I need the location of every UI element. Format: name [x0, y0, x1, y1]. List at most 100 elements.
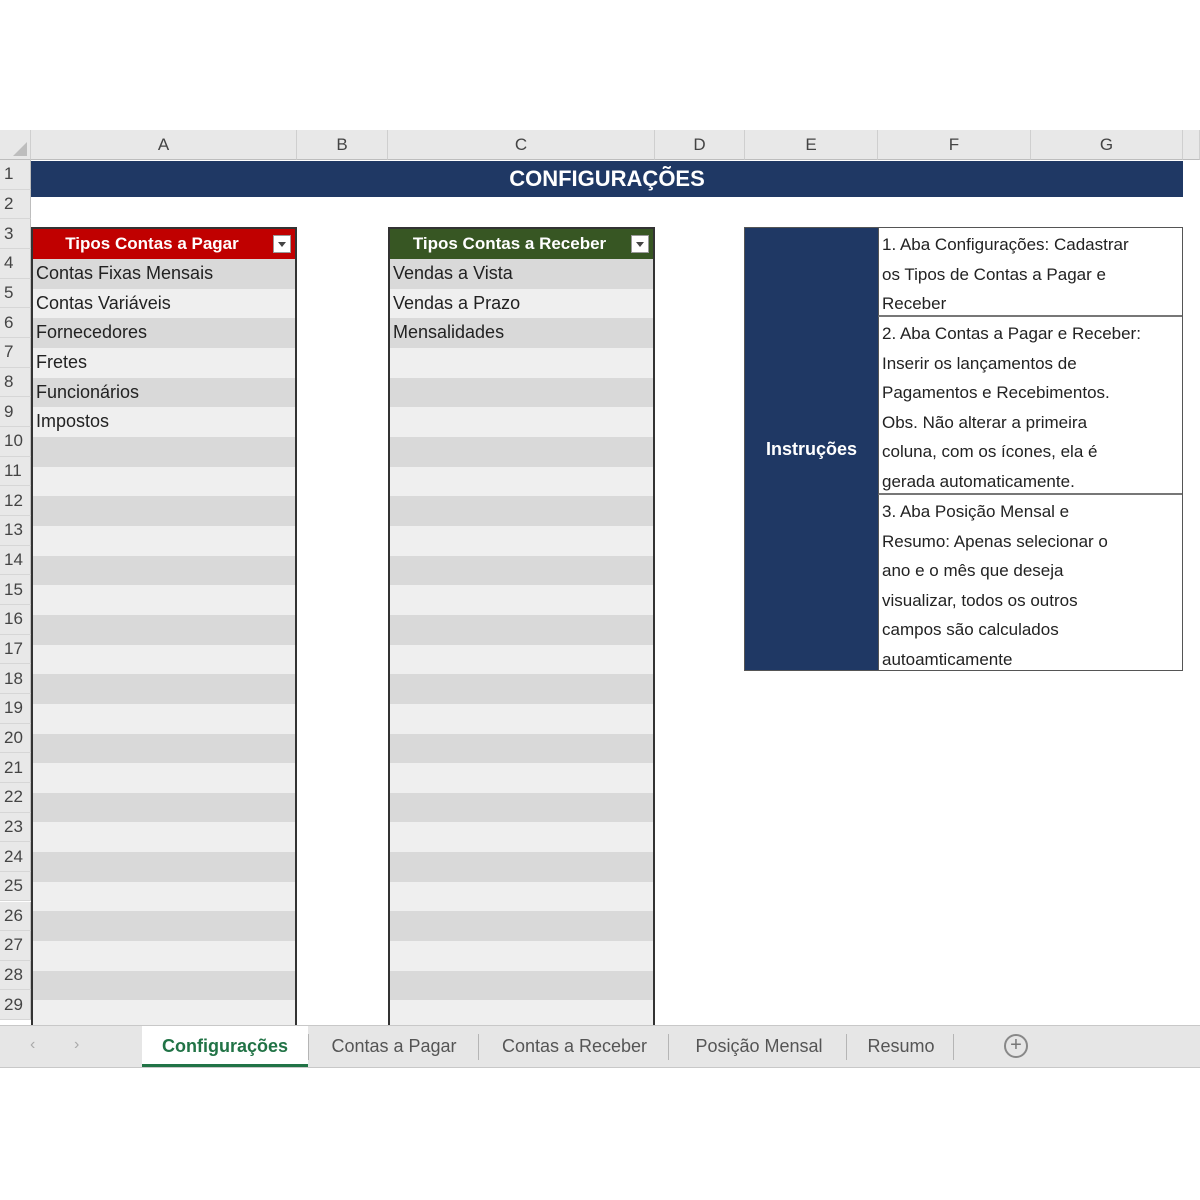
table-row[interactable]: Impostos: [33, 407, 295, 437]
table-row[interactable]: [33, 852, 295, 882]
column-header-a[interactable]: A: [31, 130, 297, 160]
table-row[interactable]: [33, 436, 295, 467]
table-row[interactable]: [390, 644, 653, 675]
column-header-f[interactable]: F: [878, 130, 1031, 160]
row-header-16[interactable]: 16: [0, 604, 31, 635]
row-header-15[interactable]: 15: [0, 575, 31, 605]
table-row[interactable]: [33, 1000, 295, 1025]
tab-scroll-next-icon[interactable]: ›: [74, 1036, 79, 1054]
table-row[interactable]: [33, 703, 295, 734]
row-header-12[interactable]: 12: [0, 486, 31, 516]
table-row[interactable]: [33, 881, 295, 912]
sheet-tab-2[interactable]: Contas a Pagar: [310, 1026, 478, 1067]
row-header-21[interactable]: 21: [0, 753, 31, 783]
table-row[interactable]: [390, 941, 653, 971]
row-header-4[interactable]: 4: [0, 248, 31, 279]
tab-scroll-prev-icon[interactable]: ‹: [30, 1036, 35, 1054]
table-row[interactable]: [390, 614, 653, 645]
table-row[interactable]: [390, 525, 653, 556]
table-row[interactable]: Fretes: [33, 347, 295, 378]
table-row[interactable]: [390, 377, 653, 408]
column-header-g[interactable]: G: [1031, 130, 1183, 160]
table-row[interactable]: [390, 496, 653, 526]
table-header-receber[interactable]: Tipos Contas a Receber: [390, 229, 653, 259]
column-header-b[interactable]: B: [297, 130, 388, 160]
table-row[interactable]: Funcionários: [33, 377, 295, 408]
row-header-6[interactable]: 6: [0, 308, 31, 338]
table-row[interactable]: [33, 585, 295, 615]
sheet-tab-1[interactable]: Configurações: [142, 1026, 308, 1067]
instruction-cell-2[interactable]: 2. Aba Contas a Pagar e Receber: Inserir …: [878, 317, 1182, 495]
table-row[interactable]: [33, 763, 295, 793]
column-header-e[interactable]: E: [745, 130, 878, 160]
row-header-25[interactable]: 25: [0, 871, 31, 902]
row-header-1[interactable]: 1: [0, 160, 31, 190]
row-header-3[interactable]: 3: [0, 219, 31, 249]
table-row[interactable]: [390, 911, 653, 942]
sheet-tab-3[interactable]: Contas a Receber: [481, 1026, 668, 1067]
table-row[interactable]: [390, 347, 653, 378]
column-header-d[interactable]: D: [655, 130, 745, 160]
table-row[interactable]: Mensalidades: [390, 318, 653, 348]
table-row[interactable]: [390, 585, 653, 615]
row-header-11[interactable]: 11: [0, 456, 31, 487]
row-header-17[interactable]: 17: [0, 634, 31, 665]
plus-circle-icon[interactable]: +: [1004, 1034, 1028, 1058]
table-row[interactable]: [390, 1000, 653, 1025]
instruction-cell-3[interactable]: 3. Aba Posição Mensal e Resumo: Apenas se…: [878, 495, 1182, 670]
table-row[interactable]: [33, 614, 295, 645]
row-header-7[interactable]: 7: [0, 337, 31, 368]
table-header-pagar[interactable]: Tipos Contas a Pagar: [33, 229, 295, 259]
sheet-tab-5[interactable]: Resumo: [849, 1026, 953, 1067]
table-row[interactable]: [33, 466, 295, 497]
row-header-5[interactable]: 5: [0, 278, 31, 309]
table-row[interactable]: Vendas a Prazo: [390, 288, 653, 319]
row-header-19[interactable]: 19: [0, 693, 31, 724]
table-row[interactable]: [390, 881, 653, 912]
row-header-29[interactable]: 29: [0, 990, 31, 1021]
table-row[interactable]: [390, 703, 653, 734]
filter-dropdown-icon[interactable]: [631, 235, 649, 253]
row-header-2[interactable]: 2: [0, 189, 31, 220]
sheet-tab-4[interactable]: Posição Mensal: [672, 1026, 846, 1067]
table-row[interactable]: [390, 436, 653, 467]
table-row[interactable]: [390, 407, 653, 437]
table-row[interactable]: [33, 644, 295, 675]
row-header-18[interactable]: 18: [0, 664, 31, 694]
row-header-20[interactable]: 20: [0, 723, 31, 754]
row-header-13[interactable]: 13: [0, 515, 31, 546]
instructions-label[interactable]: Instruções: [745, 228, 878, 670]
config-banner[interactable]: CONFIGURAÇÕES: [31, 161, 1183, 197]
filter-dropdown-icon[interactable]: [273, 235, 291, 253]
row-header-24[interactable]: 24: [0, 842, 31, 872]
table-row[interactable]: [390, 733, 653, 764]
table-row[interactable]: [33, 792, 295, 823]
row-header-26[interactable]: 26: [0, 901, 31, 932]
instruction-cell-1[interactable]: 1. Aba Configurações: Cadastrar os Tipos …: [878, 228, 1182, 317]
column-header-c[interactable]: C: [388, 130, 655, 160]
table-row[interactable]: [33, 911, 295, 942]
table-row[interactable]: [390, 466, 653, 497]
table-row[interactable]: [33, 941, 295, 971]
table-row[interactable]: [33, 674, 295, 704]
table-row[interactable]: [390, 792, 653, 823]
row-header-23[interactable]: 23: [0, 812, 31, 843]
row-header-9[interactable]: 9: [0, 397, 31, 427]
table-row[interactable]: Vendas a Vista: [390, 259, 653, 289]
table-row[interactable]: Contas Variáveis: [33, 288, 295, 319]
table-row[interactable]: [33, 822, 295, 853]
table-row[interactable]: [33, 970, 295, 1001]
row-header-27[interactable]: 27: [0, 931, 31, 961]
select-all-corner[interactable]: [0, 130, 31, 160]
table-row[interactable]: [390, 555, 653, 586]
row-header-14[interactable]: 14: [0, 545, 31, 576]
row-header-28[interactable]: 28: [0, 960, 31, 991]
table-row[interactable]: [390, 852, 653, 882]
table-row[interactable]: [390, 674, 653, 704]
table-row[interactable]: [390, 970, 653, 1001]
table-row[interactable]: Contas Fixas Mensais: [33, 259, 295, 289]
table-row[interactable]: [33, 555, 295, 586]
row-header-8[interactable]: 8: [0, 367, 31, 398]
table-row[interactable]: [33, 496, 295, 526]
table-row[interactable]: [390, 822, 653, 853]
